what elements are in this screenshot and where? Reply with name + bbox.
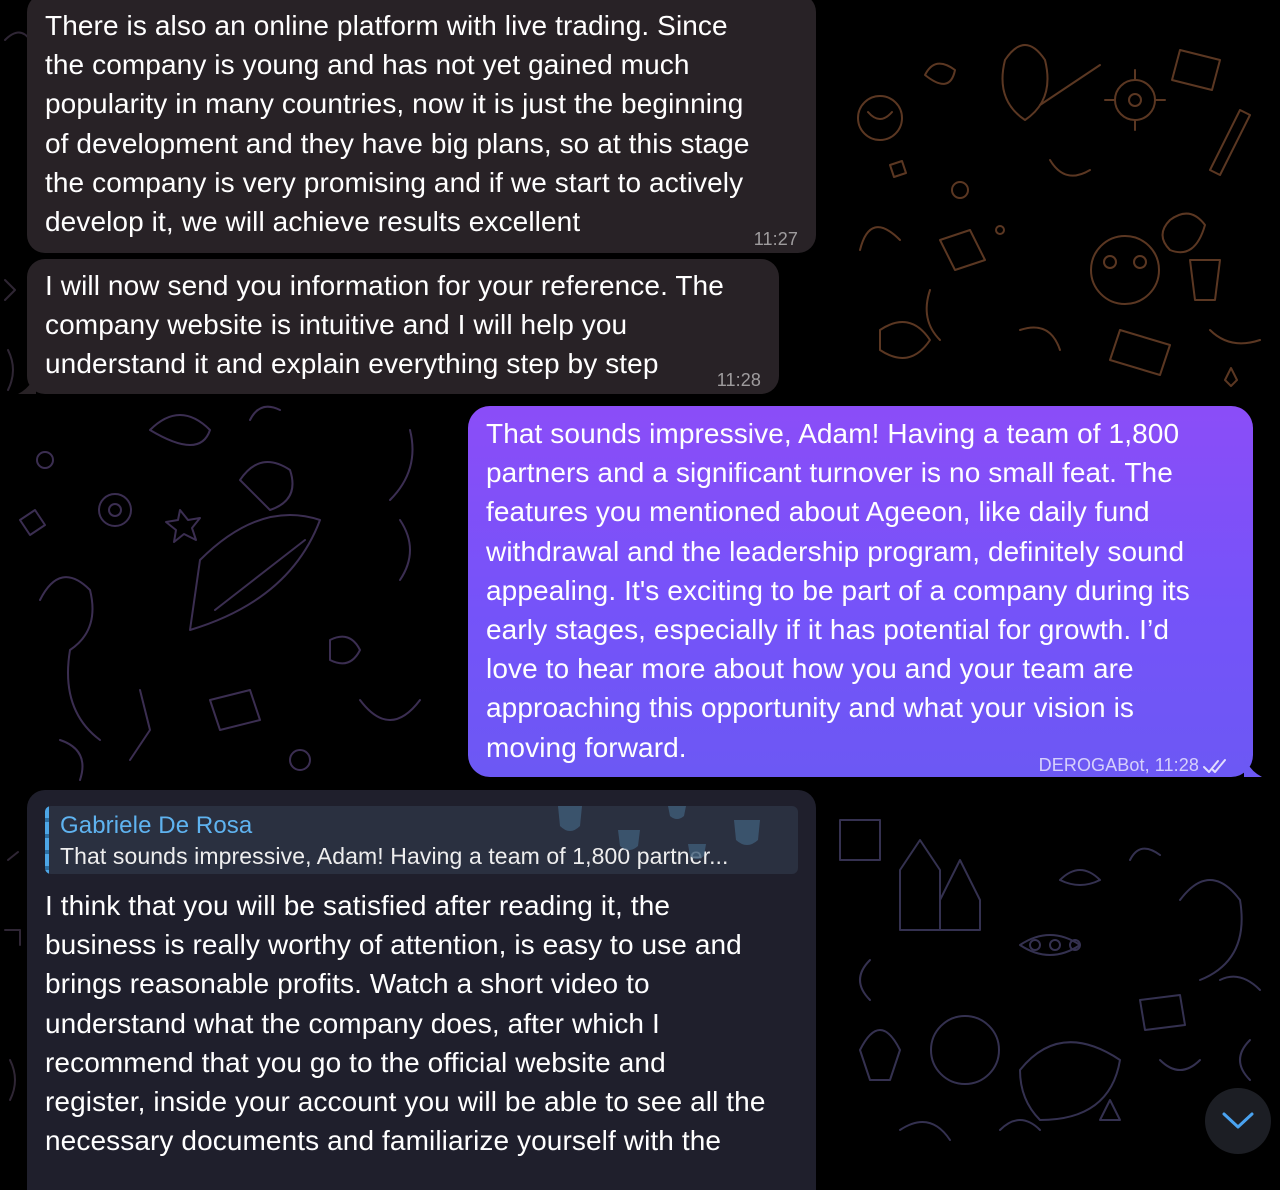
scroll-to-bottom-button[interactable] <box>1205 1088 1271 1154</box>
reply-quote[interactable]: Gabriele De Rosa That sounds impressive,… <box>45 806 798 874</box>
message-meta: DEROGABot, 11:28 <box>1039 746 1229 785</box>
message-bubble-incoming[interactable]: I will now send you information for your… <box>18 259 779 394</box>
message-text: I will now send you information for your… <box>45 270 724 380</box>
reply-pattern-decoration <box>558 806 760 859</box>
message-text: There is also an online platform with li… <box>45 10 750 238</box>
message-bubble-incoming[interactable]: Gabriele De Rosa That sounds impressive,… <box>27 790 816 1190</box>
message-time: 11:28 <box>716 370 761 390</box>
message-text: That sounds impressive, Adam! Having a t… <box>486 418 1190 763</box>
double-check-icon <box>1203 758 1226 773</box>
message-signature: DEROGABot, 11:28 <box>1038 755 1199 775</box>
message-bubble-outgoing[interactable]: That sounds impressive, Adam! Having a t… <box>468 406 1262 777</box>
message-time: 11:27 <box>753 229 798 249</box>
message-bubble-incoming[interactable]: There is also an online platform with li… <box>27 0 816 253</box>
message-text: I think that you will be satisfied after… <box>45 890 766 1157</box>
chevron-down-icon <box>1222 1112 1254 1129</box>
bubble-tail <box>18 374 36 394</box>
bubble-tail <box>1244 757 1262 777</box>
